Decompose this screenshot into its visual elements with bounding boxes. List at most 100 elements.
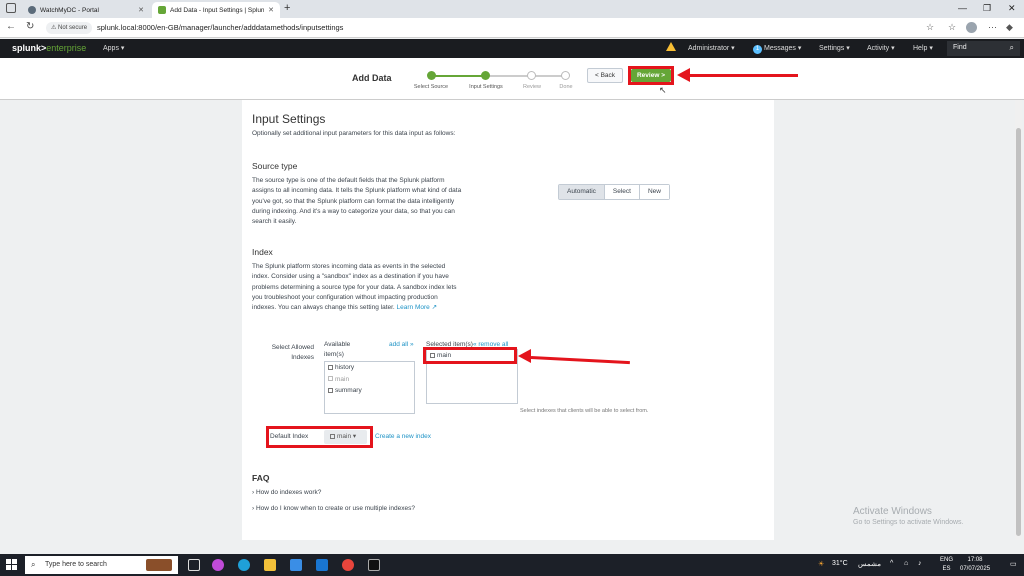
available-items-label: Available item(s) bbox=[324, 341, 351, 358]
review-arrow-head-icon bbox=[677, 68, 690, 82]
external-link-icon: ↗ bbox=[431, 304, 438, 312]
administrator-menu[interactable]: Administrator ▾ bbox=[688, 44, 735, 52]
tab-add-data[interactable]: Add Data - Input Settings | Splunk ✕ bbox=[152, 2, 280, 18]
watermark-line1: Activate Windows bbox=[853, 506, 932, 517]
lang-primary: ENG bbox=[940, 557, 954, 563]
faq-item-label: How do I know when to create or use mult… bbox=[255, 505, 415, 512]
source-type-select-button[interactable]: Select bbox=[603, 185, 639, 199]
search-placeholder: Type here to search bbox=[45, 561, 107, 568]
learn-more-link[interactable]: Learn More ↗ bbox=[397, 304, 438, 311]
language-indicator[interactable]: ENG ES bbox=[940, 556, 953, 574]
task-view-icon[interactable] bbox=[188, 559, 200, 571]
splunk-logo[interactable]: splunk>enterprise bbox=[12, 43, 86, 53]
faq-item-label: How do indexes work? bbox=[255, 489, 322, 496]
find-placeholder: Find bbox=[953, 44, 967, 51]
taskbar-clock[interactable]: 17:08 07/07/2025 bbox=[960, 556, 990, 574]
tray-chevron-icon[interactable]: ^ bbox=[890, 560, 893, 567]
close-icon[interactable]: ✕ bbox=[138, 6, 144, 14]
item-label: history bbox=[335, 364, 355, 371]
main-arrow-head-icon bbox=[518, 349, 531, 363]
tab-watchmydc[interactable]: WatchMyDC - Portal ✕ bbox=[22, 2, 150, 18]
page-title: Input Settings bbox=[252, 112, 326, 126]
list-item[interactable]: summary bbox=[325, 385, 414, 397]
favorites-icon[interactable]: ☆ bbox=[948, 22, 956, 33]
refresh-icon[interactable]: ↻ bbox=[26, 21, 34, 32]
scrollbar-thumb[interactable] bbox=[1016, 128, 1021, 536]
select-allowed-indexes-label: Select Allowed Indexes bbox=[271, 344, 314, 361]
messages-menu[interactable]: 1 Messages ▾ bbox=[753, 44, 801, 54]
source-type-new-button[interactable]: New bbox=[638, 185, 669, 199]
activate-windows-watermark: Activate Windows Go to Settings to activ… bbox=[853, 506, 964, 526]
input-settings-panel: Input Settings Optionally set additional… bbox=[242, 100, 774, 540]
progress-line-done bbox=[431, 75, 485, 77]
learn-more-label: Learn More bbox=[396, 304, 430, 312]
close-icon[interactable]: ✕ bbox=[268, 6, 274, 14]
source-type-automatic-button[interactable]: Automatic bbox=[559, 185, 604, 199]
list-item: main bbox=[325, 374, 414, 386]
step-dot-select-source bbox=[427, 71, 436, 80]
edge-browser-icon[interactable] bbox=[238, 559, 250, 571]
add-all-link[interactable]: add all » bbox=[389, 340, 414, 350]
speaker-icon[interactable]: ♪ bbox=[918, 560, 922, 567]
messages-label: Messages ▾ bbox=[764, 45, 802, 52]
wizard-title: Add Data bbox=[352, 73, 392, 83]
minimize-icon[interactable]: — bbox=[958, 3, 967, 13]
security-indicator[interactable]: ⚠ Not secure bbox=[46, 22, 93, 34]
url-field[interactable]: splunk.local:8000/en-GB/manager/launcher… bbox=[97, 23, 343, 32]
security-label: Not secure bbox=[58, 25, 88, 31]
apps-menu[interactable]: Apps ▾ bbox=[103, 44, 124, 52]
back-button[interactable]: < Back bbox=[587, 68, 623, 83]
window-close-icon[interactable]: ✕ bbox=[1008, 3, 1016, 14]
list-item[interactable]: history bbox=[325, 362, 414, 374]
review-arrow-shaft bbox=[688, 74, 798, 77]
search-icon[interactable]: ⌕ bbox=[1010, 43, 1014, 53]
search-highlight-icon[interactable] bbox=[146, 559, 172, 571]
copilot-icon[interactable]: ◆ bbox=[1006, 22, 1013, 33]
new-tab-icon[interactable]: + bbox=[284, 2, 290, 14]
favorite-star-icon[interactable]: ☆ bbox=[926, 22, 934, 33]
file-explorer-icon[interactable] bbox=[264, 559, 276, 571]
weather-desc: مشمس bbox=[858, 561, 881, 568]
step-dot-input-settings bbox=[481, 71, 490, 80]
step-label-done: Done bbox=[559, 84, 573, 90]
notification-icon[interactable]: ▭ bbox=[1010, 560, 1017, 568]
store-icon[interactable] bbox=[290, 559, 302, 571]
page-scrollbar[interactable] bbox=[1015, 100, 1022, 540]
create-new-index-link[interactable]: Create a new index bbox=[375, 432, 431, 442]
step-dot-done bbox=[561, 71, 570, 80]
faq-heading: FAQ bbox=[252, 473, 270, 483]
warning-icon[interactable] bbox=[666, 42, 676, 51]
weather-temp[interactable]: 31°C bbox=[832, 560, 848, 567]
chevron-right-icon: › bbox=[252, 505, 255, 512]
network-icon[interactable]: ⌂ bbox=[904, 560, 908, 567]
maximize-icon[interactable]: ❐ bbox=[983, 3, 991, 14]
step-label-select-source: Select Source bbox=[413, 84, 449, 90]
source-type-heading: Source type bbox=[252, 161, 298, 171]
copilot-app-icon[interactable] bbox=[212, 559, 224, 571]
tab-title: Add Data - Input Settings | Splunk bbox=[170, 6, 265, 14]
terminal-icon[interactable] bbox=[368, 559, 380, 571]
back-arrow-icon[interactable]: ← bbox=[6, 21, 16, 32]
page-subtitle: Optionally set additional input paramete… bbox=[252, 130, 456, 137]
add-data-wizard: Add Data Select Source Input Settings Re… bbox=[0, 58, 1024, 100]
faq-item-indexes-work[interactable]: › How do indexes work? bbox=[252, 489, 321, 496]
outlook-icon[interactable] bbox=[316, 559, 328, 571]
activity-menu[interactable]: Activity ▾ bbox=[867, 44, 895, 52]
windows-start-icon[interactable] bbox=[6, 559, 17, 570]
find-input[interactable]: Find ⌕ bbox=[947, 41, 1020, 56]
settings-menu[interactable]: Settings ▾ bbox=[819, 44, 850, 52]
profile-avatar-icon[interactable] bbox=[966, 22, 977, 33]
faq-item-multiple-indexes[interactable]: › How do I know when to create or use mu… bbox=[252, 505, 415, 512]
item-label: main bbox=[335, 375, 350, 383]
step-label-input-settings: Input Settings bbox=[469, 84, 503, 90]
tab-title: WatchMyDC - Portal bbox=[40, 6, 99, 14]
clock-date: 07/07/2025 bbox=[960, 566, 991, 572]
chrome-icon[interactable] bbox=[342, 559, 354, 571]
logo-main: splunk> bbox=[12, 43, 47, 53]
help-menu[interactable]: Help ▾ bbox=[913, 44, 933, 52]
available-items-list: history main summary bbox=[324, 361, 415, 414]
more-menu-icon[interactable]: ⋯ bbox=[988, 22, 997, 33]
tab-actions-icon[interactable] bbox=[6, 3, 16, 13]
watermark-line2: Go to Settings to activate Windows. bbox=[853, 519, 964, 526]
selected-main-highlight-box bbox=[423, 347, 517, 364]
